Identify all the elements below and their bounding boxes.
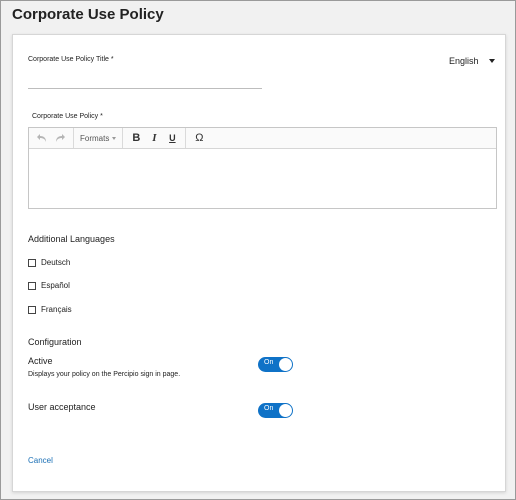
page-title: Corporate Use Policy: [12, 6, 164, 23]
checkbox-icon[interactable]: [28, 305, 36, 314]
language-checkbox-deutsch[interactable]: Deutsch: [28, 258, 70, 267]
bold-icon[interactable]: B: [127, 129, 145, 147]
formats-group: Formats: [74, 128, 124, 148]
editor-toolbar: Formats B I U Ω: [29, 128, 496, 149]
undo-icon[interactable]: [33, 129, 51, 147]
toggle-knob: [279, 404, 292, 417]
configuration-heading: Configuration: [28, 337, 82, 347]
checkbox-label: Español: [41, 281, 70, 290]
toggle-state-label: On: [264, 359, 274, 366]
language-dropdown-value: English: [449, 56, 479, 66]
underline-icon[interactable]: U: [163, 129, 181, 147]
chevron-down-icon: [112, 136, 117, 140]
rich-text-editor: Formats B I U Ω: [28, 127, 497, 209]
text-style-group: B I U: [123, 128, 187, 148]
user-acceptance-toggle[interactable]: On: [258, 403, 293, 418]
language-checkbox-espanol[interactable]: Español: [28, 281, 70, 290]
italic-icon[interactable]: I: [145, 129, 163, 147]
cancel-link[interactable]: Cancel: [28, 456, 53, 465]
toggle-state-label: On: [264, 405, 274, 412]
active-toggle[interactable]: On: [258, 357, 293, 372]
active-setting-description: Displays your policy on the Percipio sig…: [28, 371, 181, 378]
policy-title-label: Corporate Use Policy Title *: [28, 56, 114, 63]
additional-languages-heading: Additional Languages: [28, 234, 115, 244]
editor-content-area[interactable]: [29, 149, 496, 209]
insert-group: Ω: [186, 128, 212, 148]
redo-icon[interactable]: [51, 129, 69, 147]
language-dropdown[interactable]: English: [449, 56, 495, 66]
policy-title-input[interactable]: [28, 73, 262, 89]
policy-form-card: Corporate Use Policy Title * English Cor…: [12, 34, 506, 492]
window-frame: Corporate Use Policy Corporate Use Polic…: [0, 0, 516, 500]
checkbox-icon[interactable]: [28, 281, 36, 290]
user-acceptance-setting-title: User acceptance: [28, 402, 96, 412]
checkbox-label: Deutsch: [41, 258, 71, 267]
toggle-knob: [279, 358, 292, 371]
checkbox-icon[interactable]: [28, 258, 36, 267]
checkbox-label: Français: [41, 305, 72, 314]
policy-body-label: Corporate Use Policy *: [32, 113, 103, 120]
formats-dropdown-label: Formats: [80, 133, 110, 143]
history-group: [29, 128, 74, 148]
active-setting-title: Active: [28, 356, 53, 366]
chevron-down-icon: [488, 59, 495, 63]
special-character-icon[interactable]: Ω: [190, 129, 208, 147]
language-checkbox-francais[interactable]: Français: [28, 305, 72, 314]
formats-dropdown[interactable]: Formats: [78, 134, 118, 143]
